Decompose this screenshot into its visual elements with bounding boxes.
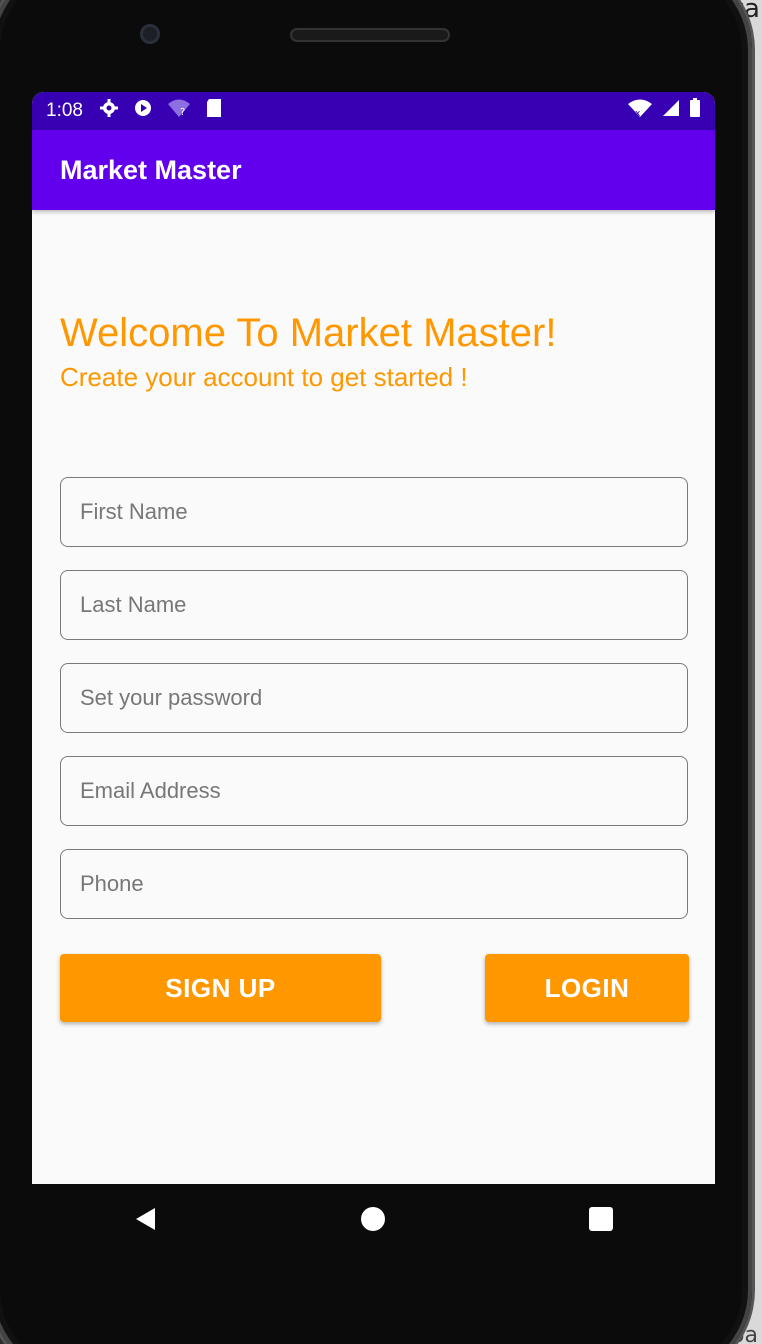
svg-text:?: ? xyxy=(180,107,185,118)
status-time: 1:08 xyxy=(46,100,83,121)
emulator-stage: va spa 1:08 ? xyxy=(0,0,762,1344)
settings-icon xyxy=(99,98,119,124)
login-button[interactable]: LOGIN xyxy=(485,954,689,1022)
first-name-field[interactable] xyxy=(60,477,688,547)
svg-text:x: x xyxy=(635,109,641,118)
email-field[interactable] xyxy=(60,756,688,826)
back-icon[interactable] xyxy=(116,1189,176,1249)
sd-card-icon xyxy=(205,98,223,124)
last-name-field[interactable] xyxy=(60,570,688,640)
password-input[interactable] xyxy=(78,684,687,712)
earpiece-speaker xyxy=(290,28,450,42)
app-title: Market Master xyxy=(60,154,242,185)
app-bar: Market Master xyxy=(32,130,715,210)
home-icon[interactable] xyxy=(343,1189,403,1249)
email-input[interactable] xyxy=(78,777,687,805)
phone-screen: 1:08 ? x Market Master Welcome To Market… xyxy=(32,92,715,1184)
shield-icon xyxy=(133,98,153,124)
navigation-bar xyxy=(32,1184,715,1254)
signal-icon xyxy=(661,98,681,124)
phone-field[interactable] xyxy=(60,849,688,919)
battery-icon xyxy=(689,98,701,124)
signup-button[interactable]: SIGN UP xyxy=(60,954,381,1022)
password-field[interactable] xyxy=(60,663,688,733)
welcome-subtitle: Create your account to get started ! xyxy=(60,362,468,392)
welcome-heading: Welcome To Market Master! xyxy=(60,311,557,355)
front-camera xyxy=(140,24,160,44)
phone-input[interactable] xyxy=(78,870,687,898)
recents-icon[interactable] xyxy=(571,1189,631,1249)
wifi-question-icon: ? xyxy=(167,98,191,124)
wifi-off-icon: x xyxy=(627,98,653,124)
last-name-input[interactable] xyxy=(78,591,687,619)
status-bar: 1:08 ? x xyxy=(32,92,715,130)
signup-form: Welcome To Market Master! Create your ac… xyxy=(32,310,715,1024)
first-name-input[interactable] xyxy=(78,498,687,526)
